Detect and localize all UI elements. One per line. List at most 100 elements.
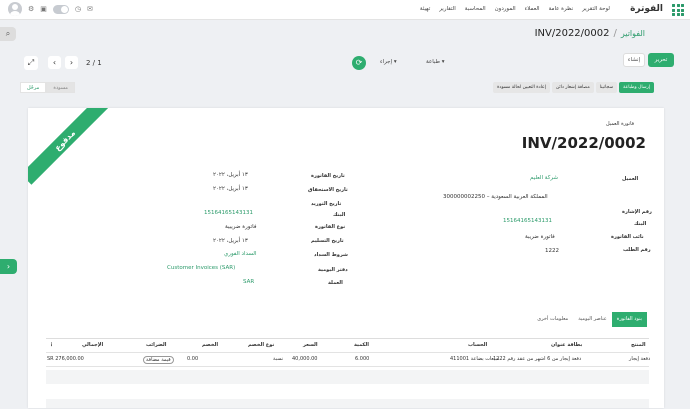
invoice-lines-table: المنتج بطاقة عنوان الحساب الكمية السعر ن… — [46, 338, 651, 367]
order-number-label: رقم الطلب — [623, 247, 651, 253]
action-label: إجراء — [380, 59, 393, 65]
app-brand[interactable]: الفوترة — [630, 4, 663, 14]
main-menu: لوحة التقرير نظرة عامة العملاء الموردون … — [420, 6, 610, 12]
add-line-row[interactable] — [46, 370, 649, 384]
menu-item-vendors[interactable]: الموردون — [495, 6, 516, 12]
menu-item-configuration[interactable]: تهيئة — [420, 6, 430, 12]
col-price[interactable]: السعر — [303, 342, 318, 348]
invoice-type-value[interactable]: فاتورة ضريبية — [225, 224, 256, 230]
row-discount-type: نسبة — [273, 356, 284, 362]
row-label: دفعة إيجار من 6 اشهر من عقد رقم 1222 — [493, 356, 582, 362]
previous-icon[interactable]: ‹ — [48, 56, 61, 69]
invoice-date-label: تاريخ الفاتورة — [311, 173, 345, 179]
invoice-date-value[interactable]: ١٣ أبريل، ٢٠٢٢ — [213, 172, 248, 178]
chat-icon[interactable]: ✉ — [87, 2, 93, 16]
breadcrumb-separator: / — [613, 28, 617, 39]
menu-item-overview[interactable]: نظرة عامة — [549, 6, 574, 12]
gear-icon[interactable]: ⚙ — [28, 2, 34, 16]
paid-ribbon-label: مدفوع — [28, 108, 108, 185]
payment-terms-label: شروط السداد — [314, 252, 348, 258]
print-label: طباعة — [426, 59, 440, 65]
table-row[interactable]: دفعة إيجار دفعة إيجار من 6 اشهر من عقد ر… — [46, 353, 651, 367]
due-date-value[interactable]: ١٣ أبريل، ٢٠٢٢ — [213, 186, 248, 192]
breadcrumb: الفواتير / INV/2022/0002 — [535, 28, 645, 39]
chevron-right-icon[interactable]: › — [0, 259, 17, 274]
col-taxes[interactable]: الضرائب — [146, 342, 167, 348]
row-total: SR 276,000.00 — [47, 356, 84, 362]
reference-value[interactable]: 15164165143131 — [503, 218, 552, 224]
payments-button[interactable]: سجاتينا — [595, 82, 618, 93]
col-total[interactable]: الإجمالي — [82, 342, 103, 348]
currency-label: العملة — [328, 280, 343, 286]
bank-label-2: البنك — [333, 212, 346, 218]
next-icon[interactable]: › — [65, 56, 78, 69]
apps-menu-icon[interactable] — [672, 4, 684, 16]
col-account[interactable]: الحساب — [468, 342, 487, 348]
debug-icon[interactable]: ▣ — [40, 2, 47, 16]
menu-item-accounting[interactable]: المحاسبة — [465, 6, 486, 12]
breadcrumb-current: INV/2022/0002 — [534, 28, 610, 39]
status-draft[interactable]: مسودة — [46, 82, 75, 93]
delivery-date-value[interactable]: ١٣ أبريل، ٢٠٢٢ — [213, 238, 248, 244]
delivery-date-label: تاريخ التسليم — [311, 238, 344, 244]
customer-address: المملكة العربية السعودية – 300000002250 — [443, 194, 548, 200]
menu-item-reports[interactable]: التقارير — [439, 6, 456, 12]
journal-label: دفتر اليومية — [318, 267, 348, 273]
invoice-type-label: نوع الفاتورة — [315, 224, 346, 230]
clock-icon[interactable]: ◷ — [75, 2, 81, 16]
row-discount: 0.00 — [187, 356, 199, 362]
status-posted[interactable]: مرحّل — [20, 82, 47, 93]
chevron-down-icon: ▾ — [441, 59, 445, 65]
menu-item-customers[interactable]: العملاء — [525, 6, 540, 12]
supply-date-label: تاريخ التوريد — [311, 201, 342, 207]
search-icon[interactable]: ⌕ — [0, 27, 16, 41]
menu-item-dashboard[interactable]: لوحة التقرير — [582, 6, 610, 12]
invoice-deputy-value: 1222 — [545, 248, 559, 254]
row-price: 40,000.00 — [292, 356, 318, 362]
customer-value[interactable]: شركة العليم — [530, 175, 558, 181]
header-buttons: إرسال وطباعة سجاتينا مصافة إشعار دائن إع… — [493, 82, 654, 93]
col-discount-type[interactable]: نوع الخصم — [248, 342, 274, 348]
table-header: المنتج بطاقة عنوان الحساب الكمية السعر ن… — [46, 339, 649, 353]
row-quantity: 6.000 — [355, 356, 370, 362]
invoice-sheet: مدفوع فاتورة العميل INV/2022/0002 العميل… — [28, 108, 664, 408]
tab-other-info[interactable]: معلومات أخرى — [532, 312, 573, 327]
col-product[interactable]: المنتج — [631, 342, 646, 348]
document-type: فاتورة العميل — [605, 121, 634, 127]
row-product: دفعة إيجار — [629, 356, 651, 362]
col-quantity[interactable]: الكمية — [354, 342, 369, 348]
reset-to-draft-button[interactable]: إعادة التعيين لحالة مسودة — [493, 82, 550, 93]
paid-ribbon: مدفوع — [28, 108, 108, 188]
status-bar: مرحّل مسودة — [20, 82, 75, 93]
currency-value[interactable]: SAR — [243, 279, 254, 285]
col-label[interactable]: بطاقة عنوان — [551, 342, 582, 348]
due-date-label: تاريخ الاستحقاق — [308, 187, 348, 193]
tab-invoice-lines[interactable]: بنود الفاتورة — [611, 312, 647, 327]
reference-label: رقم الإشارة — [622, 209, 652, 215]
row-account: 411001 مبيعات بضاعة — [450, 356, 500, 362]
sync-icon[interactable]: ⟳ — [352, 56, 366, 70]
credit-note-button[interactable]: مصافة إشعار دائن — [551, 82, 594, 93]
column-options-icon[interactable]: ⋮ — [49, 342, 54, 348]
mode-toggle[interactable] — [52, 4, 69, 14]
expand-icon[interactable]: ⤢ — [24, 56, 38, 70]
invoice-deputy-label: نائب الفاتورة — [611, 234, 644, 240]
journal-value[interactable]: Customer Invoices (SAR) — [167, 265, 235, 271]
bank-value[interactable]: 15164165143131 — [204, 210, 253, 216]
send-print-button[interactable]: إرسال وطباعة — [619, 82, 654, 93]
totals-area — [46, 399, 649, 408]
create-button[interactable]: إنشاء — [623, 53, 645, 67]
col-discount[interactable]: الخصم — [202, 342, 218, 348]
top-navbar: الفوترة لوحة التقرير نظرة عامة العملاء ا… — [0, 0, 690, 20]
breadcrumb-invoices[interactable]: الفواتير — [621, 29, 645, 38]
edit-button[interactable]: تحرير — [648, 53, 674, 67]
bank-label: البنك — [634, 221, 647, 227]
tab-journal-items[interactable]: عناصر اليومية — [573, 312, 611, 327]
pager-value[interactable]: 2 / 1 — [82, 59, 106, 67]
payment-terms-value[interactable]: السداد الفوري — [224, 251, 257, 257]
user-avatar[interactable] — [8, 2, 22, 16]
action-dropdown[interactable]: إجراء ▾ — [380, 57, 397, 68]
print-dropdown[interactable]: طباعة ▾ — [426, 57, 444, 68]
invoice-kind-value: فاتورة ضريبة — [525, 234, 555, 240]
systray: ⚙ ▣ ◷ ✉ — [8, 2, 93, 16]
